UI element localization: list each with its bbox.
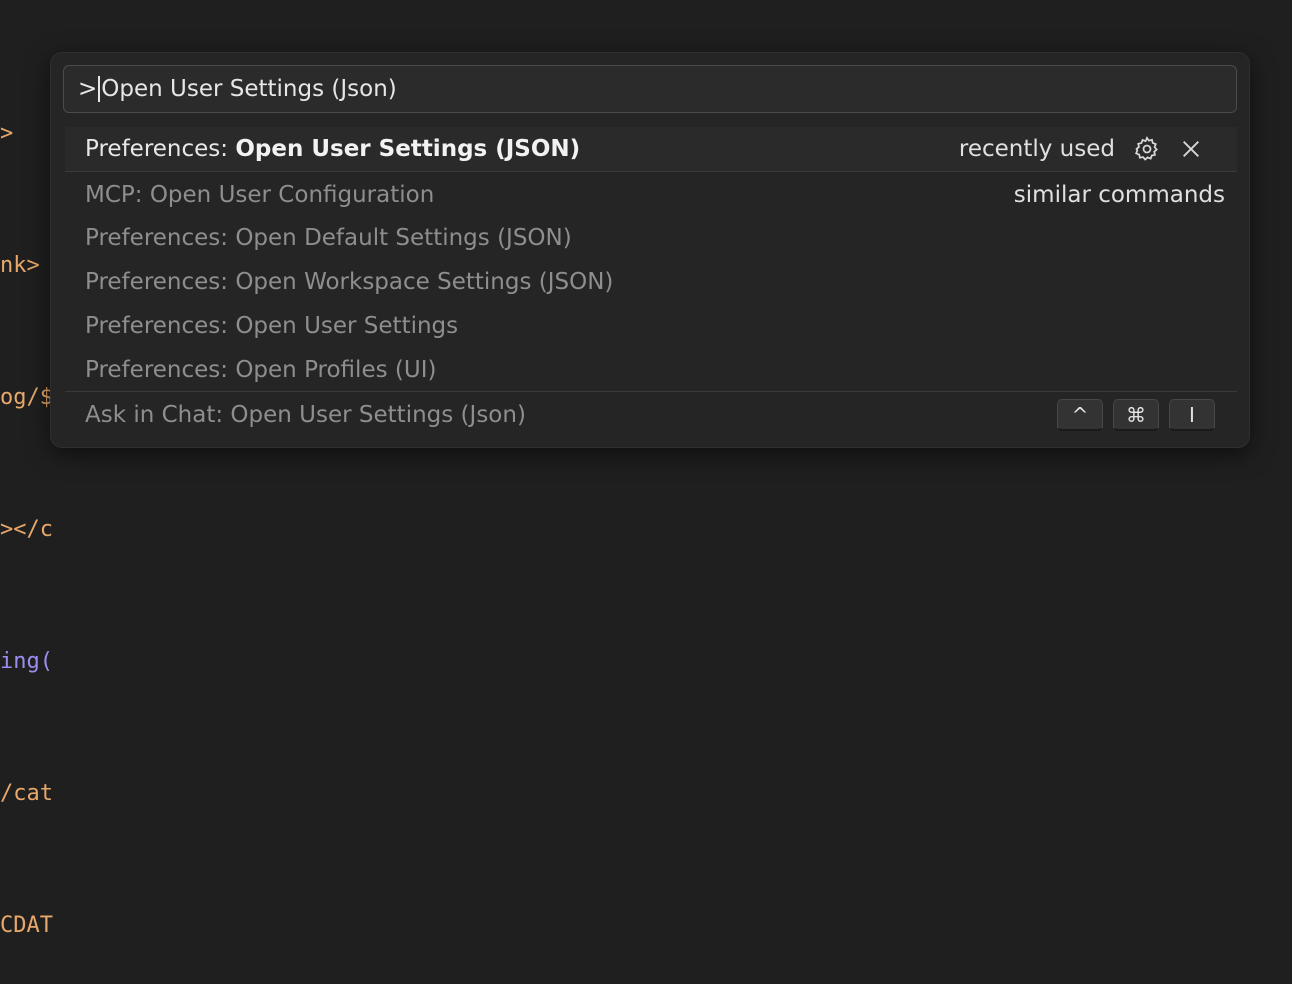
gear-icon[interactable] xyxy=(1129,131,1165,167)
command-input[interactable]: > Open User Settings (Json) xyxy=(63,65,1237,113)
code-line: CDAT xyxy=(0,913,53,938)
result-title: Open User Settings (JSON) xyxy=(235,136,581,162)
key-command: ⌘ xyxy=(1113,399,1159,431)
result-item-selected[interactable]: Preferences: Open User Settings (JSON) r… xyxy=(65,127,1237,171)
command-palette: > Open User Settings (Json) Preferences: … xyxy=(50,52,1250,448)
text-caret xyxy=(98,76,101,102)
separator xyxy=(65,391,1237,392)
command-prefix: > xyxy=(78,76,98,102)
keybinding: ^ ⌘ I xyxy=(1047,399,1215,431)
close-icon[interactable] xyxy=(1173,131,1209,167)
code-line: /cat xyxy=(0,781,53,806)
separator xyxy=(65,171,1237,172)
ask-in-chat-item[interactable]: Ask in Chat: Open User Settings (Json) ^… xyxy=(65,393,1237,437)
result-category: Preferences: xyxy=(85,136,236,162)
result-item[interactable]: MCP: Open User Configuration similar com… xyxy=(65,173,1237,217)
command-input-value: Open User Settings (Json) xyxy=(101,76,397,102)
result-item[interactable]: Preferences: Open Workspace Settings (JS… xyxy=(65,260,1237,304)
code-line: ></c xyxy=(0,517,53,542)
recently-used-badge: recently used xyxy=(958,136,1115,162)
code-line: > xyxy=(0,121,14,146)
key-i: I xyxy=(1169,399,1215,431)
editor-background: > nk> og/$ ></c ing( /cat CDAT xyxy=(0,24,53,984)
result-item[interactable]: Preferences: Open Profiles (UI) xyxy=(65,348,1237,392)
similar-commands-badge: similar commands xyxy=(1013,182,1225,208)
result-item[interactable]: Preferences: Open Default Settings (JSON… xyxy=(65,216,1237,260)
code-line: og/$ xyxy=(0,385,53,410)
key-control: ^ xyxy=(1057,399,1103,431)
code-line: ing( xyxy=(0,649,53,674)
code-line: nk> xyxy=(0,253,40,278)
result-item[interactable]: Preferences: Open User Settings xyxy=(65,304,1237,348)
